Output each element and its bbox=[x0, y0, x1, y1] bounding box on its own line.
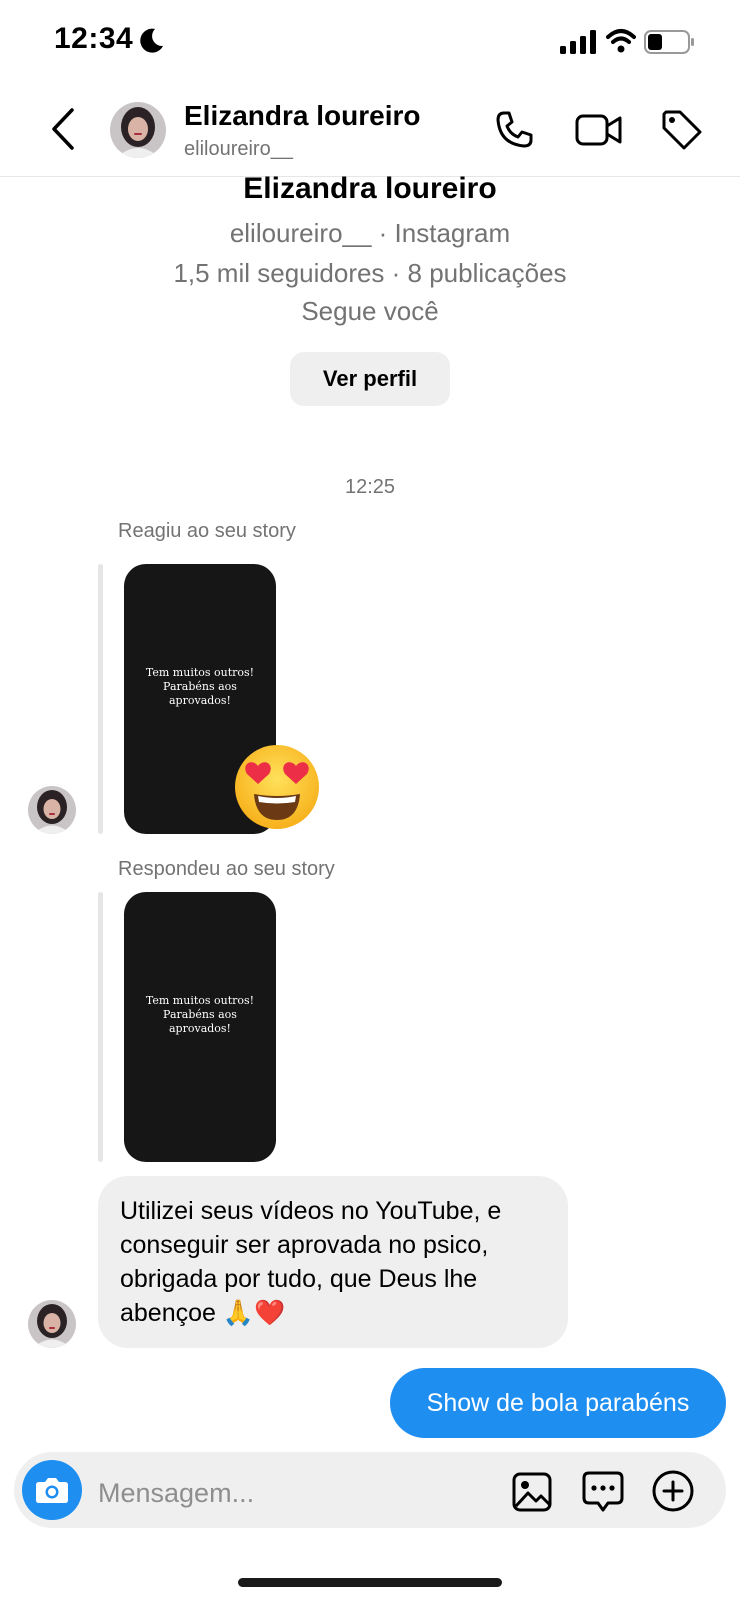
sender-avatar[interactable] bbox=[28, 1300, 76, 1348]
back-button[interactable] bbox=[46, 104, 80, 154]
message-input[interactable] bbox=[96, 1472, 480, 1514]
profile-meta: eliloureiro__ · Instagram bbox=[229, 218, 511, 248]
profile-stats: 1,5 mil seguidores · 8 publicações bbox=[173, 258, 567, 288]
story-thumbnail[interactable]: Tem muitos outros! Parabéns aos aprovado… bbox=[124, 892, 276, 1162]
camera-icon bbox=[36, 1478, 68, 1503]
header-name[interactable]: Elizandra loureiro bbox=[184, 100, 421, 132]
battery-icon bbox=[644, 30, 694, 54]
wifi-icon bbox=[606, 29, 636, 53]
header-username[interactable]: eliloureiro__ bbox=[184, 138, 293, 161]
avatar[interactable] bbox=[110, 102, 166, 158]
sender-avatar[interactable] bbox=[28, 786, 76, 834]
phone-icon[interactable] bbox=[492, 108, 536, 152]
gallery-icon[interactable] bbox=[510, 1470, 554, 1514]
moon-icon bbox=[140, 28, 163, 53]
story-text: Tem muitos outros! Parabéns aos aprovado… bbox=[145, 994, 255, 1035]
follow-status: Segue você bbox=[301, 296, 439, 326]
tag-icon[interactable] bbox=[660, 108, 704, 152]
story-reply-label: Respondeu ao seu story bbox=[118, 858, 335, 880]
quote-bar bbox=[98, 892, 103, 1162]
camera-button[interactable] bbox=[22, 1460, 82, 1520]
quote-bar bbox=[98, 564, 103, 834]
story-reaction-label: Reagiu ao seu story bbox=[118, 520, 296, 542]
profile-name: Elizandra loureiro bbox=[243, 172, 497, 205]
plus-icon[interactable] bbox=[650, 1468, 696, 1514]
heart-eyes-emoji-icon bbox=[235, 745, 319, 829]
view-profile-button[interactable]: Ver perfil bbox=[290, 352, 450, 406]
story-text: Tem muitos outros! Parabéns aos aprovado… bbox=[145, 666, 255, 707]
home-indicator[interactable] bbox=[238, 1578, 502, 1587]
outgoing-message[interactable]: Show de bola parabéns bbox=[390, 1368, 726, 1438]
status-time: 12:34 bbox=[54, 22, 134, 55]
signal-icon bbox=[560, 30, 596, 54]
sticker-icon[interactable] bbox=[580, 1468, 626, 1514]
thread-timestamp: 12:25 bbox=[344, 476, 396, 498]
incoming-message[interactable]: Utilizei seus vídeos no YouTube, e conse… bbox=[98, 1176, 568, 1348]
video-call-icon[interactable] bbox=[574, 108, 624, 152]
